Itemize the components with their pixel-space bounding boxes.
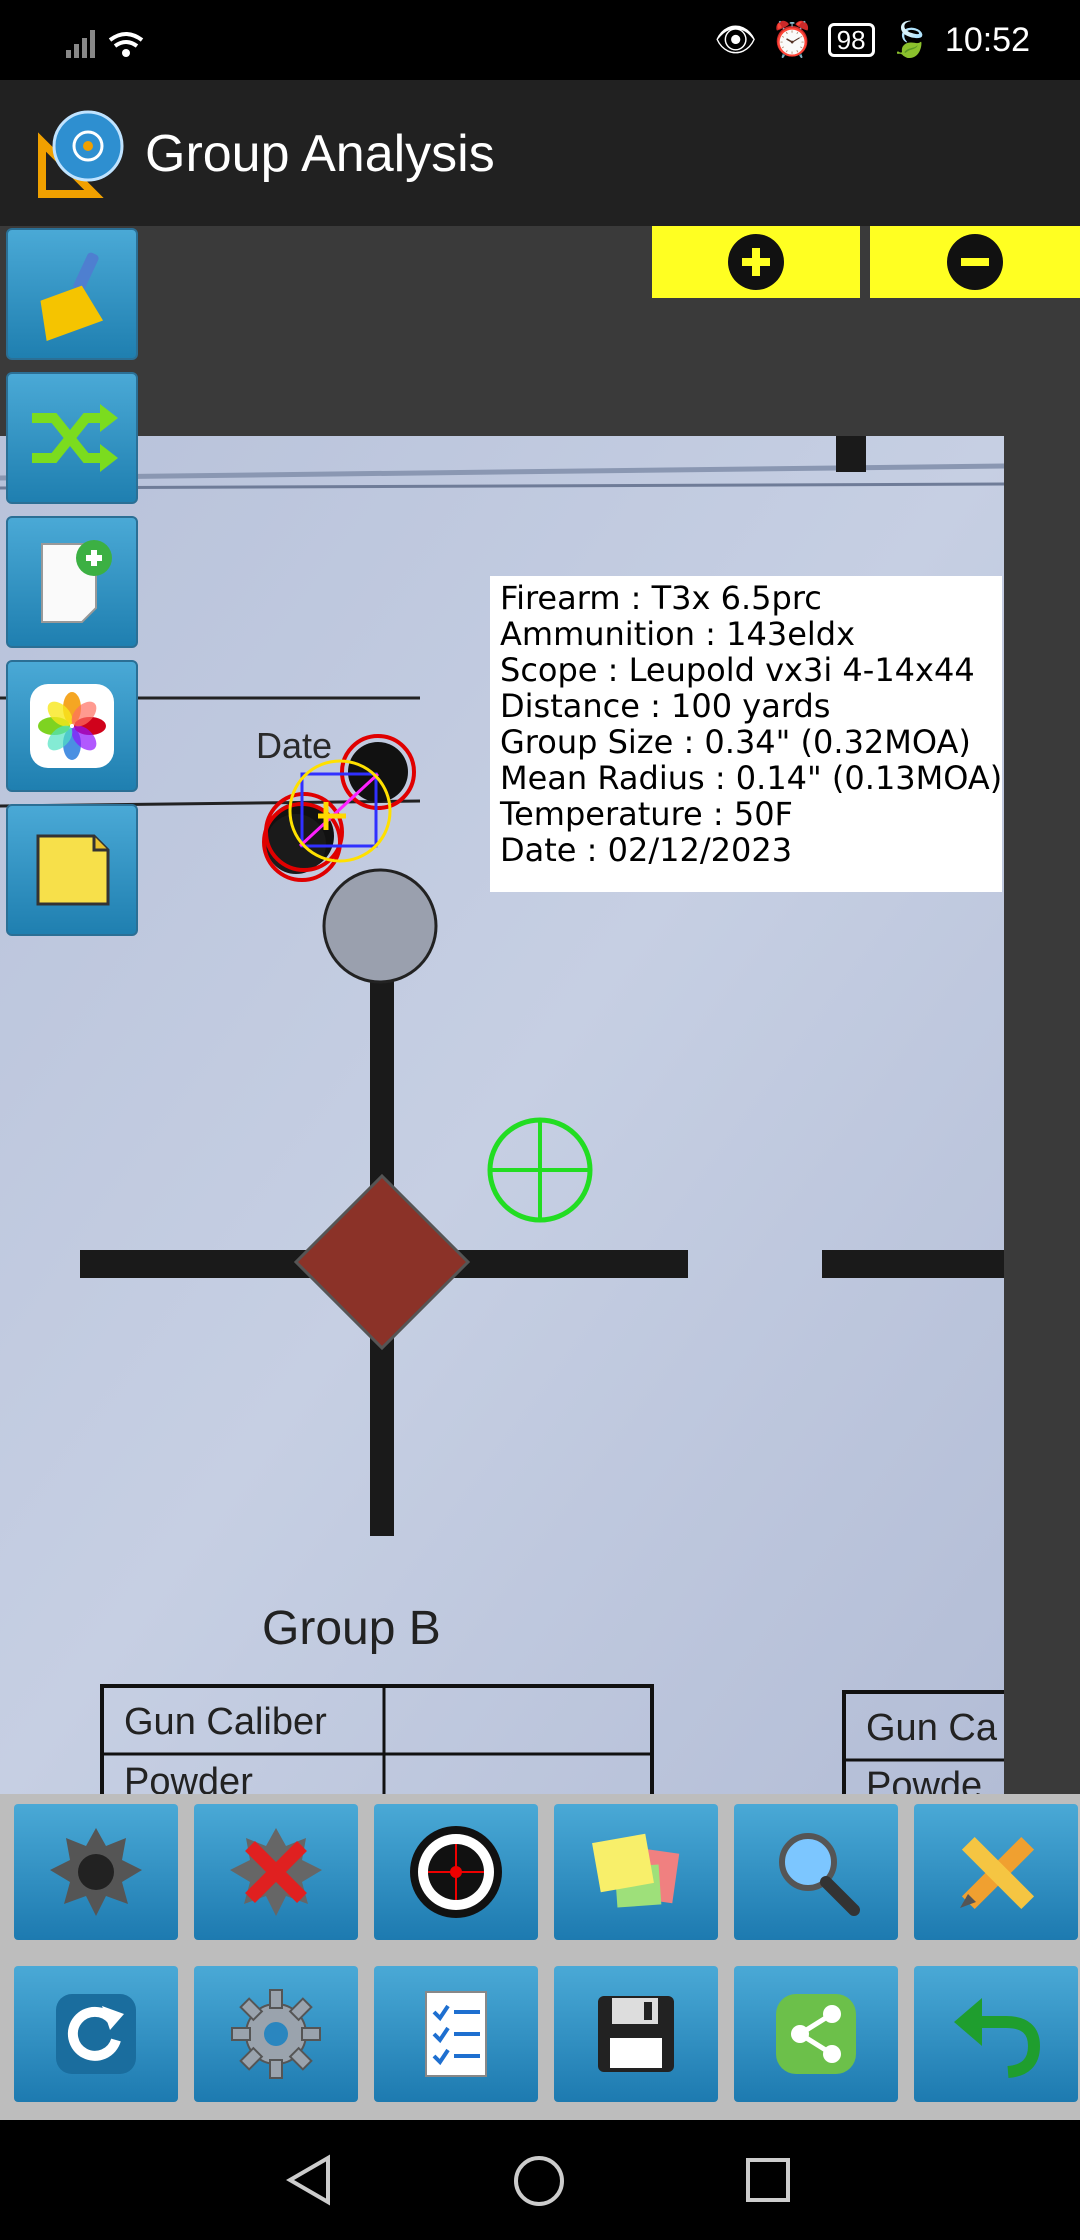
target-button[interactable]: [374, 1804, 538, 1940]
broom-icon: [40, 252, 104, 342]
table-cell-label: Gun Caliber: [124, 1701, 327, 1743]
gear-icon: [231, 1989, 321, 2079]
zoom-button[interactable]: [734, 1804, 898, 1940]
gallery-button[interactable]: [6, 660, 138, 792]
bullet-hole-icon: [50, 1828, 142, 1916]
eye-icon: 👁: [714, 21, 758, 59]
magnifier-icon: [779, 1833, 860, 1916]
info-date: Date : 02/12/2023: [500, 831, 793, 869]
battery-indicator: 98: [827, 23, 875, 57]
back-triangle-icon[interactable]: [284, 2154, 336, 2206]
photos-icon: [30, 684, 114, 768]
info-firearm: Firearm : T3x 6.5prc: [500, 579, 822, 617]
share-button[interactable]: [734, 1966, 898, 2102]
add-shot-button[interactable]: [14, 1804, 178, 1940]
shuffle-button[interactable]: [6, 372, 138, 504]
new-document-button[interactable]: [6, 516, 138, 648]
info-ammunition: Ammunition : 143eldx: [500, 615, 856, 653]
date-label: Date: [256, 725, 332, 766]
clock: 10:52: [944, 20, 1030, 59]
save-button[interactable]: [554, 1966, 718, 2102]
note-button[interactable]: [6, 804, 138, 936]
clear-button[interactable]: [6, 228, 138, 360]
checklist-icon: [425, 1991, 487, 2077]
system-nav-bar: [0, 2120, 1080, 2240]
point-of-aim-marker[interactable]: [487, 1117, 593, 1223]
bottom-toolbar: [0, 1794, 1080, 2120]
app-logo-icon: [38, 110, 124, 198]
recents-square-icon[interactable]: [744, 2156, 792, 2204]
floppy-disk-icon: [598, 1996, 674, 2072]
alarm-icon: ⏰: [771, 21, 814, 59]
signal-wifi-icon: [66, 30, 144, 58]
delete-x-icon: [230, 1828, 322, 1916]
settings-button[interactable]: [194, 1966, 358, 2102]
app-bar: Group Analysis: [0, 80, 1080, 226]
info-scope: Scope : Leupold vx3i 4-14x44: [500, 651, 975, 689]
info-temperature: Temperature : 50F: [500, 795, 793, 833]
info-mean-radius: Mean Radius : 0.14" (0.13MOA): [500, 759, 1002, 797]
table-cell-label: Powde: [866, 1765, 982, 1794]
note-icon: [36, 834, 110, 906]
info-group-size: Group Size : 0.34" (0.32MOA): [500, 723, 971, 761]
group-info-panel: Firearm : T3x 6.5prc Ammunition : 143eld…: [490, 576, 1002, 892]
group-label: Group B: [262, 1602, 441, 1655]
refresh-button[interactable]: [14, 1966, 178, 2102]
refresh-icon: [56, 1994, 136, 2074]
share-icon: [776, 1994, 856, 2074]
zoom-out-button[interactable]: [870, 226, 1080, 298]
pencil-ruler-icon: [960, 1836, 1035, 1910]
minus-circle-icon: [947, 234, 1003, 290]
shuffle-icon: [32, 404, 118, 472]
undo-arrow-icon: [954, 1998, 1041, 2078]
table-cell-label: Gun Ca: [866, 1707, 998, 1749]
plus-circle-icon: [728, 234, 784, 290]
home-circle-icon[interactable]: [512, 2154, 566, 2208]
status-bar: 👁 ⏰ 98 🍃 10:52: [0, 0, 1080, 80]
back-button[interactable]: [914, 1966, 1078, 2102]
leaf-icon: 🍃: [888, 21, 931, 59]
measure-button[interactable]: [914, 1804, 1078, 1940]
sticky-notes-button[interactable]: [554, 1804, 718, 1940]
info-distance: Distance : 100 yards: [500, 687, 831, 725]
page-title: Group Analysis: [145, 125, 495, 183]
delete-shot-button[interactable]: [194, 1804, 358, 1940]
report-button[interactable]: [374, 1966, 538, 2102]
sticky-notes-icon: [592, 1833, 680, 1908]
target-icon: [410, 1826, 502, 1918]
add-document-icon: [41, 540, 112, 623]
zoom-in-button[interactable]: [652, 226, 860, 298]
table-cell-label: Powder: [124, 1761, 253, 1794]
